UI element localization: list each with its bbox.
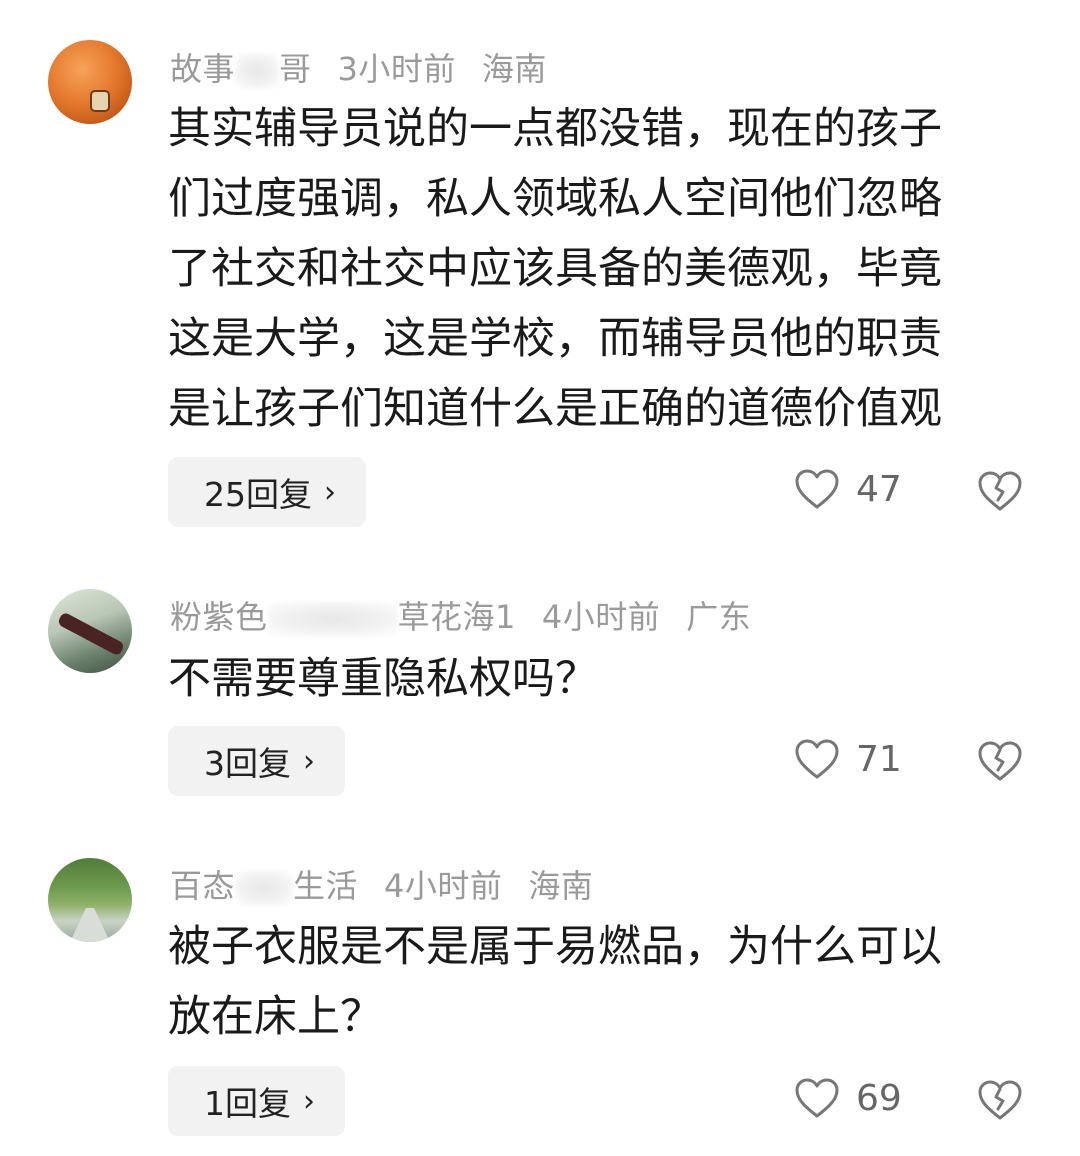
like-button[interactable]: 69 [794, 1077, 902, 1119]
like-count: 47 [856, 468, 902, 510]
username[interactable]: 粉紫色 [170, 598, 268, 636]
comment-meta: 故事 哥 3小时前 海南 [170, 44, 547, 90]
username-suffix[interactable]: 哥 [279, 50, 312, 88]
dislike-button[interactable] [976, 1079, 1024, 1121]
avatar-image-detail [92, 92, 108, 110]
reply-count-label: 3回复 [204, 744, 291, 783]
comment-line: 这是大学，这是学校，而辅导员他的职责 [168, 314, 942, 364]
view-replies-button[interactable]: 25回复 › [168, 457, 366, 527]
like-count: 71 [856, 738, 902, 780]
username-suffix[interactable]: 草花海1 [398, 598, 516, 636]
comment-text: 被子衣服是不是属于易燃品，为什么可以 放在床上？ [168, 912, 1038, 1052]
avatar[interactable] [48, 589, 132, 673]
chevron-right-icon: › [324, 474, 336, 510]
view-replies-button[interactable]: 1回复 › [168, 1066, 345, 1136]
comment-time: 3小时前 [337, 50, 456, 88]
comment-line: 不需要尊重隐私权吗？ [168, 654, 598, 704]
comment-meta: 粉紫色 草花海1 4小时前 广东 [170, 592, 751, 638]
username[interactable]: 百态 [170, 867, 235, 905]
broken-heart-icon [976, 740, 1024, 782]
comment-line: 们过度强调，私人领域私人空间他们忽略 [168, 174, 942, 224]
dislike-button[interactable] [976, 740, 1024, 782]
username-blur [235, 54, 280, 88]
avatar-image-detail [70, 908, 110, 942]
comment-location: 海南 [528, 867, 594, 905]
comment-line: 被子衣服是不是属于易燃品，为什么可以 [168, 922, 942, 972]
username-blur [267, 602, 398, 636]
username-blur [235, 871, 294, 905]
heart-icon [794, 738, 840, 780]
heart-icon [794, 1077, 840, 1119]
avatar-image-detail [56, 611, 126, 657]
view-replies-button[interactable]: 3回复 › [168, 726, 345, 796]
avatar[interactable] [48, 858, 132, 942]
like-button[interactable]: 47 [794, 468, 902, 510]
dislike-button[interactable] [976, 470, 1024, 512]
reply-count-label: 25回复 [204, 475, 312, 514]
comment-line: 其实辅导员说的一点都没错，现在的孩子 [168, 104, 942, 154]
comment-location: 广东 [686, 598, 752, 636]
chevron-right-icon: › [303, 743, 315, 779]
comment-line: 放在床上？ [168, 992, 383, 1042]
comment-location: 海南 [481, 50, 547, 88]
comment-text: 不需要尊重隐私权吗？ [168, 644, 1038, 714]
chevron-right-icon: › [303, 1083, 315, 1119]
username-suffix[interactable]: 生活 [293, 867, 358, 905]
comment-time: 4小时前 [541, 598, 661, 636]
comment-text: 其实辅导员说的一点都没错，现在的孩子 们过度强调，私人领域私人空间他们忽略 了社交和… [168, 94, 1038, 444]
comment-meta: 百态 生活 4小时前 海南 [170, 861, 593, 907]
comment-time: 4小时前 [384, 867, 503, 905]
username[interactable]: 故事 [170, 50, 235, 88]
broken-heart-icon [976, 1079, 1024, 1121]
comment-line: 是让孩子们知道什么是正确的道德价值观 [168, 384, 942, 434]
heart-icon [794, 468, 840, 510]
broken-heart-icon [976, 470, 1024, 512]
like-count: 69 [856, 1077, 902, 1119]
comment-line: 了社交和社交中应该具备的美德观，毕竟 [168, 244, 942, 294]
reply-count-label: 1回复 [204, 1084, 291, 1123]
avatar[interactable] [48, 40, 132, 124]
like-button[interactable]: 71 [794, 738, 902, 780]
